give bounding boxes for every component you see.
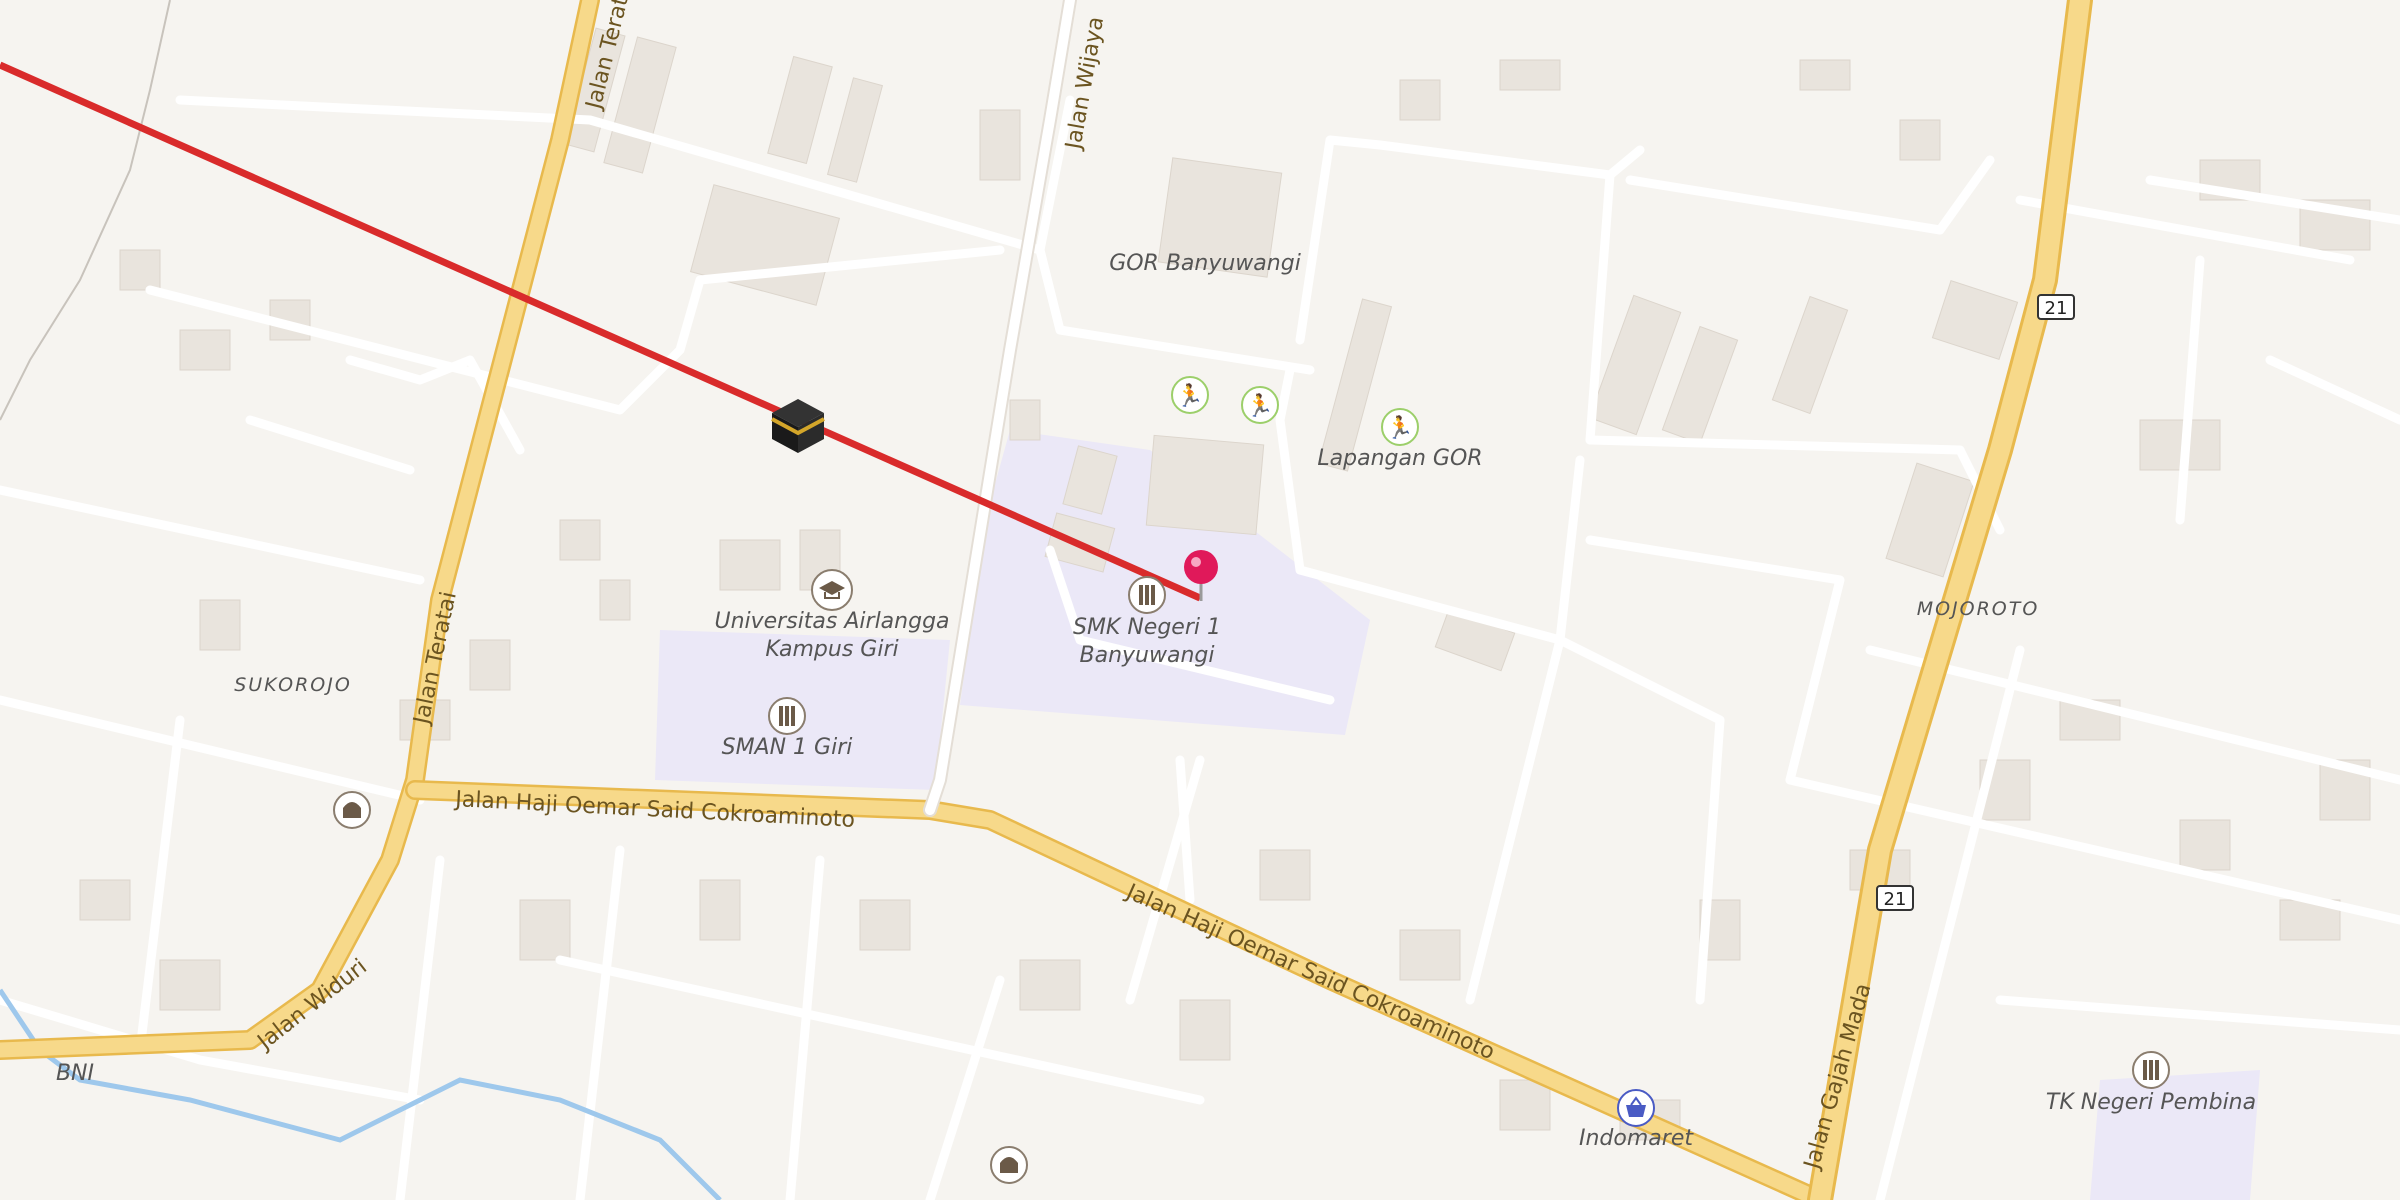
route-shield-south: 21: [1876, 885, 1914, 911]
mosque-icon[interactable]: [333, 791, 371, 829]
school-icon[interactable]: [1128, 576, 1166, 614]
place-label-tk: TK Negeri Pembina: [2046, 1090, 2256, 1115]
svg-text:🏃: 🏃: [1176, 383, 1203, 409]
place-label-unair-1: Universitas Airlangga: [714, 609, 949, 634]
mosque-icon[interactable]: [990, 1146, 1028, 1184]
place-label-sman: SMAN 1 Giri: [722, 735, 853, 760]
place-label-lapangan: Lapangan GOR: [1317, 446, 1482, 471]
sports-icon[interactable]: 🏃: [1241, 386, 1279, 424]
road-label-widuri: Jalan Widuri: [252, 954, 372, 1056]
place-label-smk-1: SMK Negeri 1: [1073, 615, 1221, 640]
place-label-unair-2: Kampus Giri: [765, 637, 898, 662]
graduation-cap-icon[interactable]: [811, 569, 853, 611]
kaaba-icon[interactable]: [771, 399, 825, 453]
svg-text:21: 21: [1884, 889, 1907, 910]
district-label-sukorojo: SUKOROJO: [234, 674, 352, 696]
road-label-teratai-south: Jalan Teratai: [409, 590, 462, 729]
school-icon[interactable]: [2132, 1051, 2170, 1089]
place-label-bni: BNI: [56, 1061, 94, 1086]
district-label-mojoroto: MOJOROTO: [1917, 598, 2040, 620]
school-icon[interactable]: [768, 697, 806, 735]
place-label-gor: GOR Banyuwangi: [1109, 251, 1301, 276]
svg-text:🏃: 🏃: [1386, 415, 1413, 441]
shopping-basket-icon[interactable]: [1617, 1089, 1655, 1127]
map-canvas[interactable]: Jalan Teratai Jalan Teratai Jalan Wijaya…: [0, 0, 2400, 1200]
railway: [0, 0, 171, 421]
river: [0, 988, 722, 1200]
map-svg[interactable]: Jalan Teratai Jalan Teratai Jalan Wijaya…: [0, 0, 2400, 1200]
place-label-smk-2: Banyuwangi: [1080, 643, 1215, 668]
svg-text:🏃: 🏃: [1246, 393, 1273, 419]
place-label-indomaret: Indomaret: [1579, 1126, 1694, 1151]
sports-icon[interactable]: 🏃: [1381, 408, 1419, 446]
sports-icon[interactable]: 🏃: [1171, 376, 1209, 414]
svg-text:21: 21: [2045, 298, 2068, 319]
route-shield-north: 21: [2037, 294, 2075, 320]
